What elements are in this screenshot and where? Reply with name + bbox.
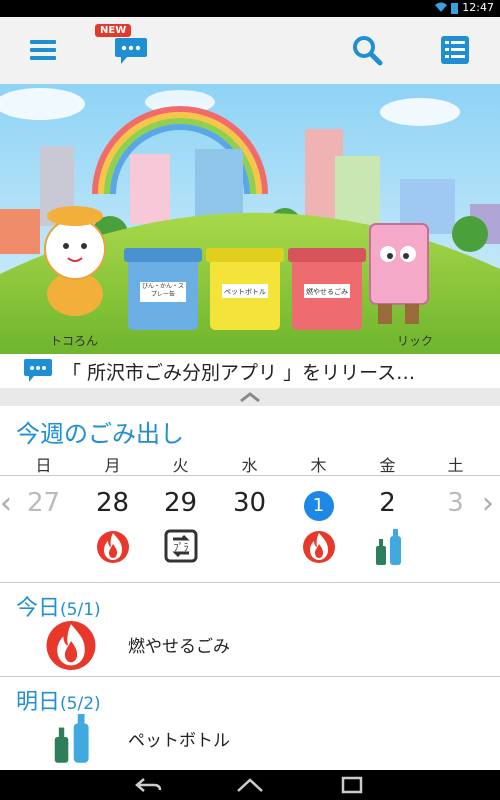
date-2[interactable]: 2 [353,488,422,518]
tue-garbage[interactable]: ﾌﾟﾗ [146,526,215,566]
collapse-toggle[interactable] [0,388,500,406]
date-3[interactable]: 3 [421,488,490,518]
date-29[interactable]: 29 [146,488,215,518]
search-button[interactable] [344,27,390,73]
news-text: 「 所沢市ごみ分別アプリ 」をリリース… [62,362,416,384]
character-rick-label: リック [397,334,434,348]
menu-button[interactable] [20,27,66,73]
date-today[interactable]: 1 [284,488,353,521]
list-icon [441,36,469,64]
status-bar: 12:47 [0,0,500,17]
bottles-icon [54,714,89,763]
divider [0,676,500,677]
chevron-up-icon [240,392,260,403]
weekday-mon: 月 [104,456,121,475]
svg-text:ﾌﾟﾗ: ﾌﾟﾗ [173,542,188,554]
character-tokoron-label: トコろん [50,334,99,348]
news-ticker[interactable]: 「 所沢市ごみ分別アプリ 」をリリース… [0,354,500,388]
back-button[interactable] [128,774,168,796]
bin-label-pet: ペットボトル [224,288,266,296]
banner-scene [0,84,500,354]
status-time: 12:47 [462,1,494,14]
date-30[interactable]: 30 [215,488,284,518]
search-icon [353,36,383,66]
divider [0,582,500,583]
date-28[interactable]: 28 [78,488,147,518]
divider [0,475,500,476]
week-title: 今週のごみ出し [16,420,184,448]
bin-label-burnable: 燃やせるごみ [306,288,348,296]
mon-garbage[interactable] [78,526,147,566]
battery-icon [451,2,459,14]
flame-icon [302,531,335,563]
flame-icon [96,531,129,563]
thu-garbage[interactable] [284,526,353,566]
today-garbage-item[interactable]: 燃やせるごみ [0,612,500,674]
today-marker: 1 [303,491,334,521]
wifi-icon [435,2,448,12]
bottles-icon [375,529,401,565]
recent-apps-button[interactable] [332,774,372,796]
home-icon [237,778,263,792]
new-badge: NEW [95,24,132,37]
weekday-sat: 土 [447,456,464,475]
recent-apps-icon [341,776,363,794]
menu-icon [30,40,56,60]
weekday-wed: 水 [241,456,258,475]
weekday-sun: 日 [35,456,52,475]
today-item-label: 燃やせるごみ [128,637,230,657]
weekday-fri: 金 [379,456,396,475]
tomorrow-item-label: ペットボトル [128,731,230,751]
back-icon [135,778,162,792]
date-27[interactable]: 27 [9,488,78,518]
recycle-icon: ﾌﾟﾗ [164,529,197,563]
weekday-thu: 木 [310,456,327,475]
weekday-tue: 火 [172,456,189,475]
app-toolbar [0,17,500,85]
flame-icon [46,621,96,670]
tomorrow-garbage-item[interactable]: ペットボトル [0,706,500,768]
system-nav-bar [0,770,500,800]
chat-icon [115,38,147,64]
banner-illustration[interactable]: びん・かん・スプレー缶 ペットボトル 燃やせるごみ トコろん リック [0,84,500,354]
home-button[interactable] [230,774,270,796]
chat-icon [24,359,52,382]
list-button[interactable] [432,27,478,73]
fri-garbage[interactable] [353,526,422,566]
bin-label-cans: びん・かん・スプレー缶 [141,283,184,298]
